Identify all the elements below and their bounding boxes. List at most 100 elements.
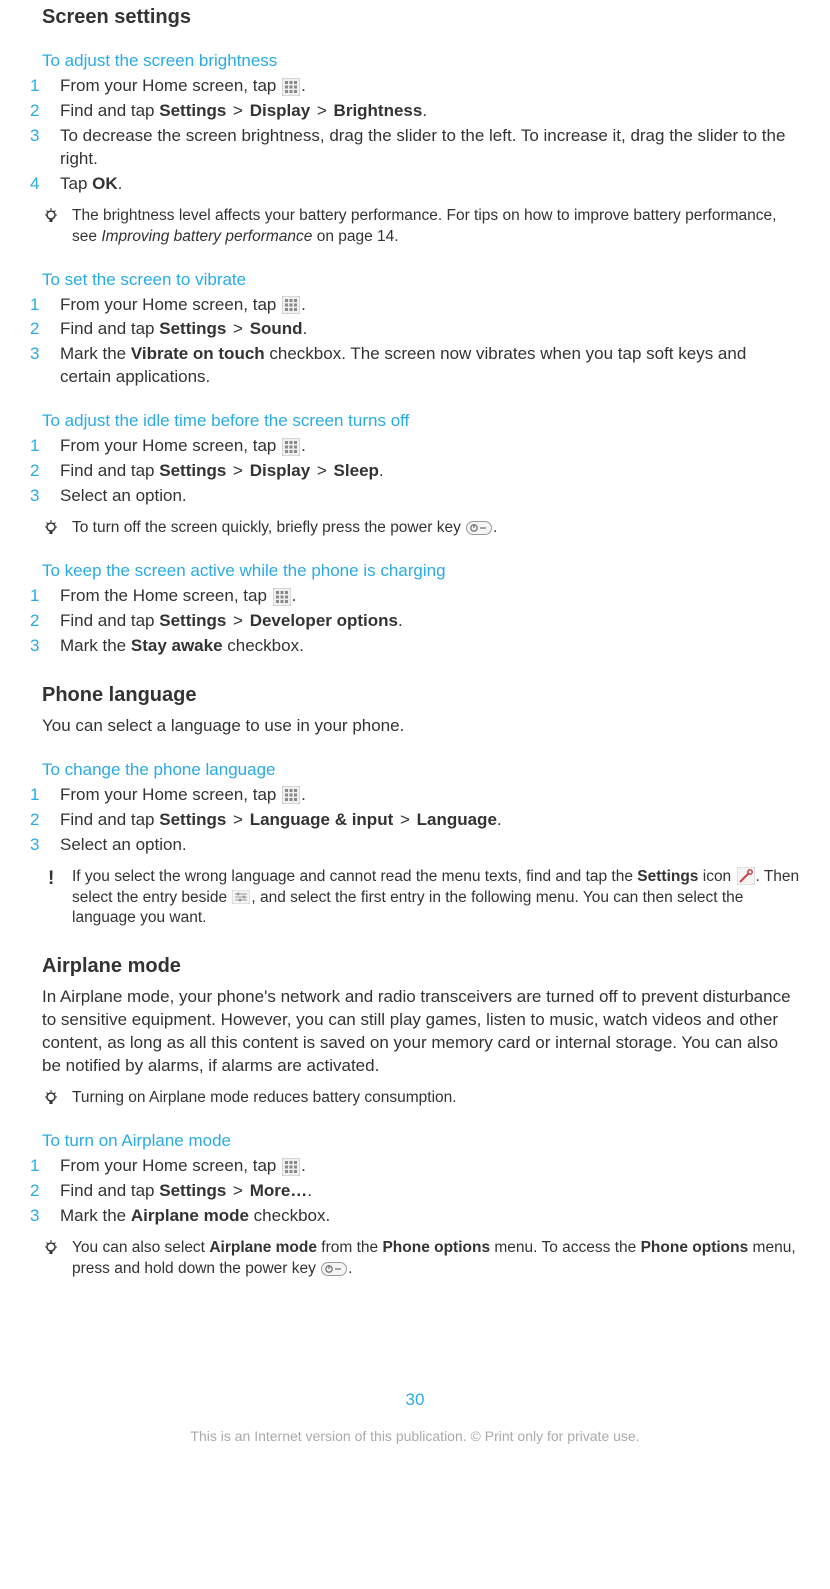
step-text: .: [497, 810, 502, 829]
step-text: .: [307, 1181, 312, 1200]
bold-text: Airplane mode: [209, 1239, 317, 1256]
power-key-icon: [321, 1262, 347, 1276]
bold-text: Brightness: [334, 101, 423, 120]
step: 1From your Home screen, tap .: [30, 1155, 800, 1178]
power-key-icon: [466, 521, 492, 535]
slider-lines-icon: [232, 890, 250, 904]
tip-text: menu. To access the: [490, 1239, 641, 1256]
app-grid-icon: [282, 438, 300, 456]
step-text: >: [228, 810, 247, 829]
steps-airplane-on: 1From your Home screen, tap . 2 Find and …: [30, 1155, 800, 1228]
page-number: 30: [30, 1390, 800, 1410]
app-grid-icon: [282, 296, 300, 314]
tip-brightness: The brightness level affects your batter…: [30, 206, 800, 248]
step-text: .: [422, 101, 427, 120]
page-footer: 30 This is an Internet version of this p…: [30, 1390, 800, 1444]
bold-text: Sleep: [334, 461, 379, 480]
step-text: From your Home screen, tap: [60, 295, 281, 314]
bold-text: Stay awake: [131, 636, 223, 655]
step-text: >: [228, 1181, 247, 1200]
bold-text: Settings: [159, 461, 226, 480]
step-text: From the Home screen, tap: [60, 586, 272, 605]
step-text: Select an option.: [60, 486, 187, 505]
subheading-change-language: To change the phone language: [42, 760, 800, 780]
page-content: Screen settings To adjust the screen bri…: [0, 6, 830, 1474]
bold-text: Phone options: [382, 1239, 490, 1256]
bulb-icon: [44, 1240, 58, 1265]
step-number: 3: [30, 635, 52, 658]
heading-screen-settings: Screen settings: [42, 6, 800, 29]
warn-text: If you select the wrong language and can…: [72, 868, 637, 885]
step: 3Mark the Vibrate on touch checkbox. The…: [30, 343, 800, 389]
step-number: 1: [30, 75, 52, 98]
bold-text: Sound: [250, 319, 303, 338]
subheading-idle: To adjust the idle time before the scree…: [42, 411, 800, 431]
step-text: Find and tap: [60, 611, 159, 630]
tip-airplane-phone-options: You can also select Airplane mode from t…: [30, 1238, 800, 1280]
bold-text: Settings: [159, 611, 226, 630]
italic-text: Improving battery performance: [101, 228, 312, 245]
step-number: 2: [30, 1180, 52, 1203]
step-text: .: [398, 611, 403, 630]
step: 1 From the Home screen, tap .: [30, 585, 800, 608]
tip-text: You can also select: [72, 1239, 209, 1256]
steps-charging: 1 From the Home screen, tap . 2 Find and t…: [30, 585, 800, 658]
steps-change-language: 1 From your Home screen, tap . 2 Find and …: [30, 784, 800, 857]
step: 2Find and tap Settings > Display > Sleep…: [30, 460, 800, 483]
subheading-brightness: To adjust the screen brightness: [42, 51, 800, 71]
bold-text: Display: [250, 101, 310, 120]
bold-text: Settings: [159, 319, 226, 338]
step-text: Find and tap: [60, 461, 159, 480]
step-number: 2: [30, 610, 52, 633]
step-text: >: [312, 461, 331, 480]
step: 2Find and tap Settings > Language & inpu…: [30, 809, 800, 832]
step: 1From your Home screen, tap .: [30, 75, 800, 98]
bold-text: Language: [417, 810, 497, 829]
step: 2Find and tap Settings > More….: [30, 1180, 800, 1203]
step-number: 2: [30, 460, 52, 483]
step-text: .: [292, 586, 297, 605]
step-text: >: [228, 461, 247, 480]
tip-text: .: [348, 1260, 352, 1277]
tip-text: from the: [317, 1239, 382, 1256]
step-text: >: [312, 101, 331, 120]
step-number: 3: [30, 485, 52, 508]
step-number: 2: [30, 100, 52, 123]
bold-text: Settings: [637, 868, 698, 885]
step-text: >: [395, 810, 414, 829]
step-text: Find and tap: [60, 319, 159, 338]
paragraph: You can select a language to use in your…: [42, 715, 800, 738]
step-text: To decrease the screen brightness, drag …: [60, 126, 785, 168]
step: 2Find and tap Settings > Developer optio…: [30, 610, 800, 633]
step-number: 1: [30, 435, 52, 458]
step-text: From your Home screen, tap: [60, 785, 281, 804]
step-text: .: [301, 295, 306, 314]
warn-text: icon: [698, 868, 735, 885]
step-number: 2: [30, 809, 52, 832]
bold-text: Vibrate on touch: [131, 344, 265, 363]
bold-text: Settings: [159, 810, 226, 829]
footer-disclaimer: This is an Internet version of this publ…: [30, 1428, 800, 1444]
step-number: 4: [30, 173, 52, 196]
step-text: Mark the: [60, 636, 131, 655]
step-text: Find and tap: [60, 810, 159, 829]
step-number: 3: [30, 125, 52, 148]
step: 3 Select an option.: [30, 485, 800, 508]
step: 3 To decrease the screen brightness, drag…: [30, 125, 800, 171]
heading-phone-language: Phone language: [42, 684, 800, 707]
bold-text: Airplane mode: [131, 1206, 249, 1225]
step-number: 1: [30, 784, 52, 807]
tip-text: on page 14.: [312, 228, 398, 245]
step-text: Find and tap: [60, 1181, 159, 1200]
bold-text: Settings: [159, 101, 226, 120]
step-number: 1: [30, 585, 52, 608]
step-number: 1: [30, 1155, 52, 1178]
app-grid-icon: [282, 786, 300, 804]
step-text: .: [301, 1156, 306, 1175]
step-text: >: [228, 319, 247, 338]
subheading-vibrate: To set the screen to vibrate: [42, 270, 800, 290]
step-text: .: [301, 76, 306, 95]
step-text: Select an option.: [60, 835, 187, 854]
step-number: 3: [30, 343, 52, 366]
step-text: .: [379, 461, 384, 480]
